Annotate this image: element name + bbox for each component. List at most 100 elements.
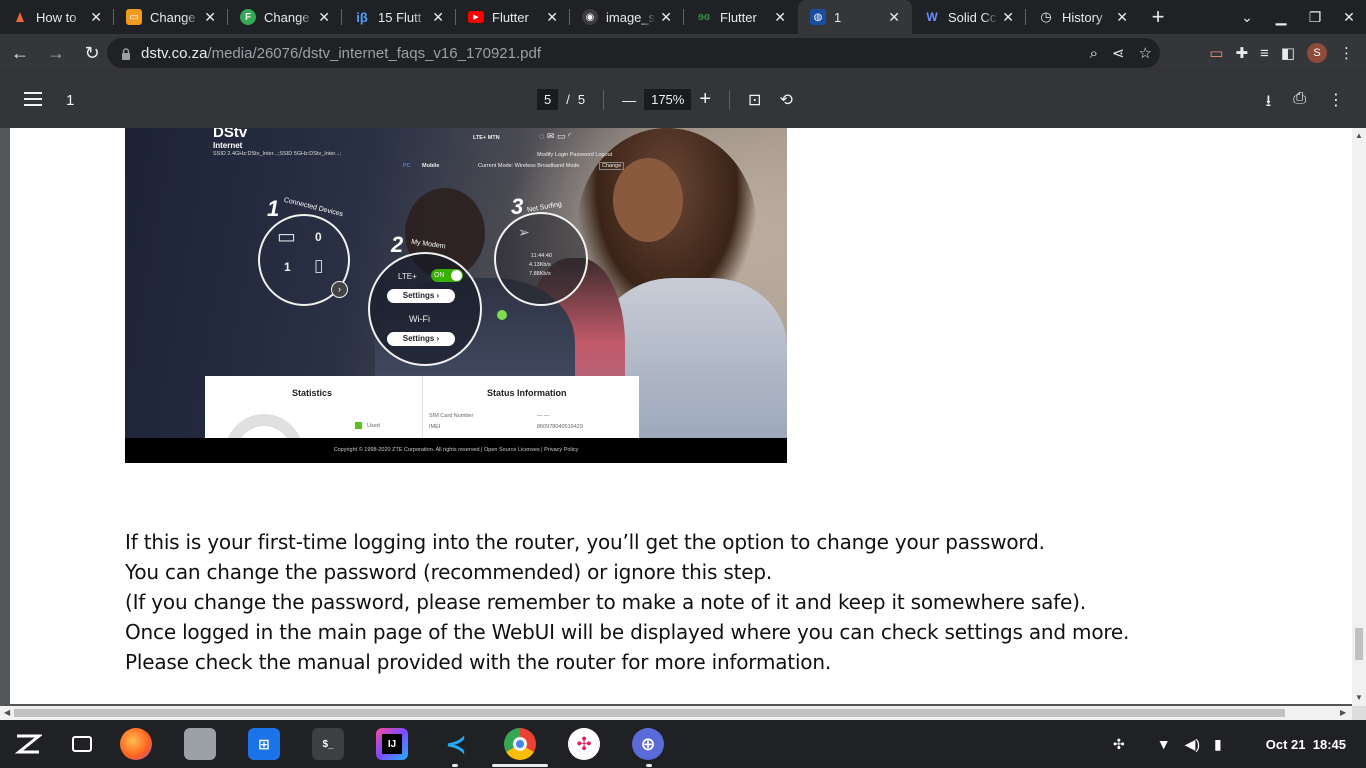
tab-image-s[interactable]: ◉ image_s ✕: [570, 0, 684, 34]
mobile-tab[interactable]: Mobile: [422, 163, 439, 169]
system-tray[interactable]: ✣ ▼ ◀) ▮ Oct 21 18:45: [1113, 720, 1346, 768]
download-rate: 4.13Kb/s: [529, 262, 551, 268]
login-links[interactable]: Modify Login Password Logout: [537, 152, 612, 158]
close-icon[interactable]: ✕: [660, 10, 672, 24]
url-text: dstv.co.za/media/26076/dstv_internet_faq…: [141, 44, 542, 62]
sim-label: SIM Card Number: [429, 413, 474, 419]
tab-flutter-geeks[interactable]: ɘɞ Flutter ✕: [684, 0, 798, 34]
overview-icon[interactable]: [66, 728, 98, 760]
tab-flutter-youtube[interactable]: ▶ Flutter ✕: [456, 0, 570, 34]
os-shelf: ⊞ $_ IJ ≺ ✣ ⊕ ✣ ▼ ◀) ▮ Oct 21 18:45: [0, 720, 1366, 768]
back-icon[interactable]: ←: [4, 37, 36, 69]
wifi-icon[interactable]: ▼: [1157, 736, 1171, 752]
close-icon[interactable]: ✕: [90, 10, 102, 24]
firefox-icon[interactable]: [120, 728, 152, 760]
share-icon[interactable]: ⋖: [1112, 44, 1125, 62]
vertical-scrollbar[interactable]: ▲ ▼: [1352, 128, 1366, 706]
modem-settings-button[interactable]: Settings ›: [387, 289, 455, 303]
globe-icon[interactable]: ⊕: [632, 728, 664, 760]
statistics-heading: Statistics: [292, 388, 333, 398]
paragraph-line: (If you change the password, please reme…: [125, 590, 1086, 614]
pdf-viewer[interactable]: DStv Internet SSID 2.4GHz:DStv_Inter...;…: [0, 128, 1366, 706]
tab-change-1[interactable]: ▭ Change ✕: [114, 0, 228, 34]
close-icon[interactable]: ✕: [1002, 10, 1014, 24]
address-bar[interactable]: dstv.co.za/media/26076/dstv_internet_faq…: [107, 38, 1160, 68]
restore-icon[interactable]: ❐: [1298, 9, 1332, 26]
dstv-logo: DStv: [213, 128, 248, 141]
green-dot-icon: [497, 310, 507, 320]
clock[interactable]: Oct 21 18:45: [1266, 737, 1346, 752]
folder-icon[interactable]: [184, 728, 216, 760]
tab-title: Flutter: [720, 9, 757, 25]
tab-pdf-active[interactable]: ◍ 1 ✕: [798, 0, 912, 34]
close-icon[interactable]: ✕: [774, 10, 786, 24]
tab-search-icon[interactable]: ⌄: [1230, 9, 1264, 26]
close-icon[interactable]: ✕: [432, 10, 444, 24]
battery-icon[interactable]: ▮: [1214, 736, 1222, 753]
chrome-icon[interactable]: [504, 728, 536, 760]
slack-icon[interactable]: ✣: [568, 728, 600, 760]
intellij-icon[interactable]: IJ: [376, 728, 408, 760]
tab-15-flutter[interactable]: iβ 15 Flutt ✕: [342, 0, 456, 34]
fit-page-icon[interactable]: ⊡: [748, 90, 761, 110]
tab-title: History: [1062, 9, 1103, 25]
browser-toolbar: ← → ↻ dstv.co.za/media/26076/dstv_intern…: [0, 34, 1366, 72]
change-mode-link[interactable]: Change: [599, 162, 625, 170]
tab-how-to[interactable]: How to ✕: [0, 0, 114, 34]
mobile-count: 1: [284, 260, 291, 274]
used-legend-swatch: [355, 422, 362, 429]
zoom-out-button[interactable]: —: [622, 92, 636, 108]
store-icon[interactable]: ⊞: [248, 728, 280, 760]
minimize-icon[interactable]: ▁: [1264, 9, 1298, 26]
launcher-icon[interactable]: [14, 730, 44, 758]
close-icon[interactable]: ✕: [888, 10, 900, 24]
hamburger-menu-icon[interactable]: [24, 92, 42, 106]
terminal-icon[interactable]: $_: [312, 728, 344, 760]
media-queue-icon[interactable]: ≡: [1260, 45, 1269, 62]
bookmark-star-icon[interactable]: ☆: [1139, 44, 1152, 62]
vertical-scroll-thumb[interactable]: [1355, 628, 1363, 660]
github-icon: ◉: [582, 9, 598, 25]
close-icon[interactable]: ✕: [318, 10, 330, 24]
extensions-puzzle-icon[interactable]: ✚: [1235, 44, 1248, 62]
arrow-next-icon[interactable]: ›: [331, 281, 348, 298]
zoom-level-input[interactable]: 175%: [644, 89, 692, 110]
close-icon[interactable]: ✕: [546, 10, 558, 24]
pdf-more-icon[interactable]: ⋮: [1328, 90, 1344, 117]
profile-avatar[interactable]: S: [1307, 43, 1327, 63]
reload-icon[interactable]: ↻: [76, 37, 108, 69]
slack-tray-icon[interactable]: ✣: [1113, 736, 1125, 753]
tab-title: Change: [264, 9, 310, 25]
lock-icon[interactable]: [121, 47, 131, 60]
timer-text: 11:44:40: [531, 253, 553, 259]
new-tab-button[interactable]: +: [1140, 0, 1176, 34]
download-icon[interactable]: ⭳: [1266, 90, 1272, 117]
browser-menu-icon[interactable]: ⋮: [1339, 44, 1354, 62]
horizontal-scroll-thumb[interactable]: [14, 709, 1285, 717]
document-title: 1: [66, 92, 75, 109]
close-icon[interactable]: ✕: [1116, 10, 1128, 24]
rotate-icon[interactable]: ⟲: [779, 90, 792, 110]
close-icon[interactable]: ✕: [204, 10, 216, 24]
volume-icon[interactable]: ◀): [1185, 736, 1200, 753]
imei-label: IMEI: [429, 424, 441, 430]
vscode-icon[interactable]: ≺: [440, 728, 472, 760]
current-mode: Current Mode: Wireless Broadband Mode: [478, 163, 580, 169]
tab-change-2[interactable]: F Change ✕: [228, 0, 342, 34]
side-panel-icon[interactable]: ◧: [1281, 44, 1295, 62]
close-window-icon[interactable]: ✕: [1332, 9, 1366, 26]
wifi-settings-button[interactable]: Settings ›: [387, 332, 455, 346]
forward-icon[interactable]: →: [40, 37, 72, 69]
zoom-in-button[interactable]: +: [699, 88, 711, 111]
tab-history[interactable]: ◷ History ✕: [1026, 0, 1140, 34]
page-number-input[interactable]: 5: [537, 89, 559, 110]
horizontal-scrollbar[interactable]: ◀ ▶: [0, 706, 1352, 720]
tab-solid-cc[interactable]: W Solid Cc ✕: [912, 0, 1026, 34]
print-icon[interactable]: ⎙: [1293, 90, 1306, 117]
phone-icon: ▯: [314, 256, 324, 275]
lte-toggle[interactable]: ON: [431, 269, 463, 282]
tab-title: 1: [834, 9, 842, 25]
cast-icon[interactable]: ▭: [1209, 44, 1223, 62]
zoom-icon[interactable]: ⌕: [1090, 45, 1098, 62]
pc-tab[interactable]: PC: [403, 163, 411, 169]
